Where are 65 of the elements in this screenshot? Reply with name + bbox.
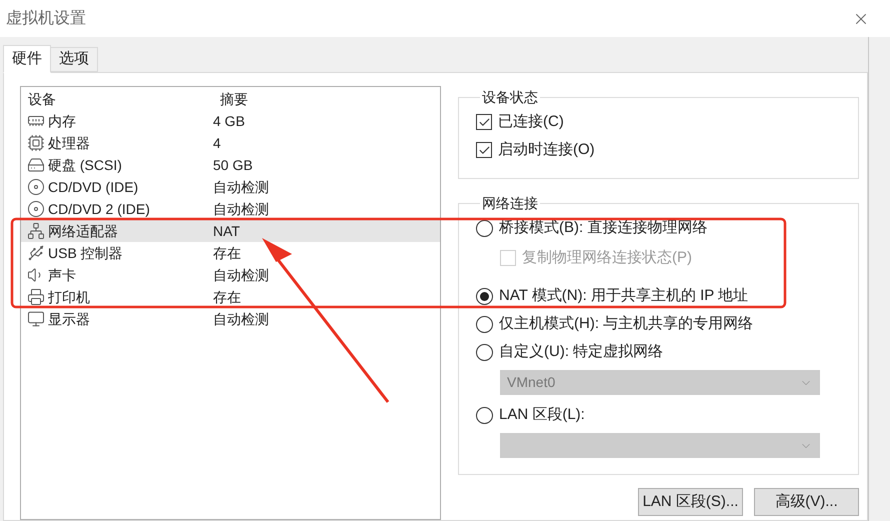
dialog-button[interactable]: 高级(V)... [754, 488, 859, 516]
tab[interactable]: 硬件 [3, 45, 51, 73]
window-title: 虚拟机设置 [6, 8, 86, 28]
dropdown-value: VMnet0 [507, 373, 556, 392]
device-name: 内存 [48, 112, 77, 130]
radio-label: NAT 模式(N): 用于共享主机的 IP 地址 [499, 286, 748, 306]
disc-icon [26, 178, 44, 196]
printer-icon [26, 288, 44, 306]
device-row[interactable]: 内存 4 GB [21, 110, 440, 132]
device-row[interactable]: CD/DVD (IDE) 自动检测 [21, 176, 440, 198]
checkbox-label: 启动时连接(O) [498, 140, 595, 160]
device-name: 打印机 [48, 288, 91, 306]
radio-button[interactable] [476, 316, 493, 332]
checkbox[interactable] [476, 142, 492, 158]
device-summary: 4 GB [213, 112, 245, 130]
radio-button[interactable] [476, 220, 493, 236]
disc-icon [26, 200, 44, 218]
device-row[interactable]: 网络适配器 NAT [21, 220, 440, 242]
dialog-button[interactable]: LAN 区段(S)... [638, 488, 743, 516]
device-row[interactable]: 处理器 4 [21, 132, 440, 154]
device-name: 网络适配器 [48, 222, 119, 240]
column-header: 摘要 [220, 90, 248, 108]
device-row[interactable]: 打印机 存在 [21, 286, 440, 308]
checkbox-label: 已连接(C) [498, 112, 564, 132]
checkbox-label: 复制物理网络连接状态(P) [522, 248, 692, 268]
tab[interactable]: 选项 [51, 47, 98, 72]
radio-button[interactable] [476, 344, 493, 360]
network-icon [26, 222, 44, 240]
device-row[interactable]: USB 控制器 存在 [21, 242, 440, 264]
check-icon [478, 144, 490, 156]
radio-label: 自定义(U): 特定虚拟网络 [499, 342, 664, 362]
chip-icon [26, 134, 44, 152]
usb-icon [26, 244, 44, 262]
device-name: CD/DVD 2 (IDE) [48, 200, 151, 219]
radio-label: LAN 区段(L): [499, 404, 585, 425]
device-summary: 自动检测 [213, 200, 269, 218]
device-summary: 自动检测 [213, 178, 269, 196]
radio-label: 桥接模式(B): 直接连接物理网络 [499, 218, 708, 238]
device-row[interactable]: 显示器 自动检测 [21, 308, 440, 330]
device-summary: 4 [213, 134, 221, 152]
device-name: 显示器 [48, 310, 91, 328]
radio-label: 仅主机模式(H): 与主机共享的专用网络 [499, 314, 754, 334]
device-name: 处理器 [48, 134, 91, 152]
column-header: 设备 [28, 90, 57, 108]
device-summary: 自动检测 [213, 266, 269, 284]
device-summary: NAT [213, 222, 240, 240]
device-summary: 存在 [213, 244, 241, 262]
device-summary: 存在 [213, 288, 241, 306]
group-title: 设备状态 [481, 88, 539, 107]
hard-drive-icon [26, 156, 44, 174]
device-summary: 自动检测 [213, 310, 269, 328]
radio-button[interactable] [476, 288, 493, 304]
device-name: 声卡 [48, 266, 77, 284]
device-row[interactable]: 硬盘 (SCSI) 50 GB [21, 154, 440, 176]
device-name: CD/DVD (IDE) [48, 178, 140, 197]
device-row[interactable]: 声卡 自动检测 [21, 264, 440, 286]
device-summary: 50 GB [213, 156, 253, 174]
checkbox[interactable] [476, 114, 492, 130]
device-name: 硬盘 (SCSI) [48, 156, 123, 175]
monitor-icon [26, 310, 44, 328]
device-name: USB 控制器 [48, 244, 124, 262]
device-row[interactable]: CD/DVD 2 (IDE) 自动检测 [21, 198, 440, 220]
check-icon [478, 116, 490, 128]
radio-button[interactable] [476, 406, 493, 424]
group-title: 网络连接 [481, 194, 539, 213]
